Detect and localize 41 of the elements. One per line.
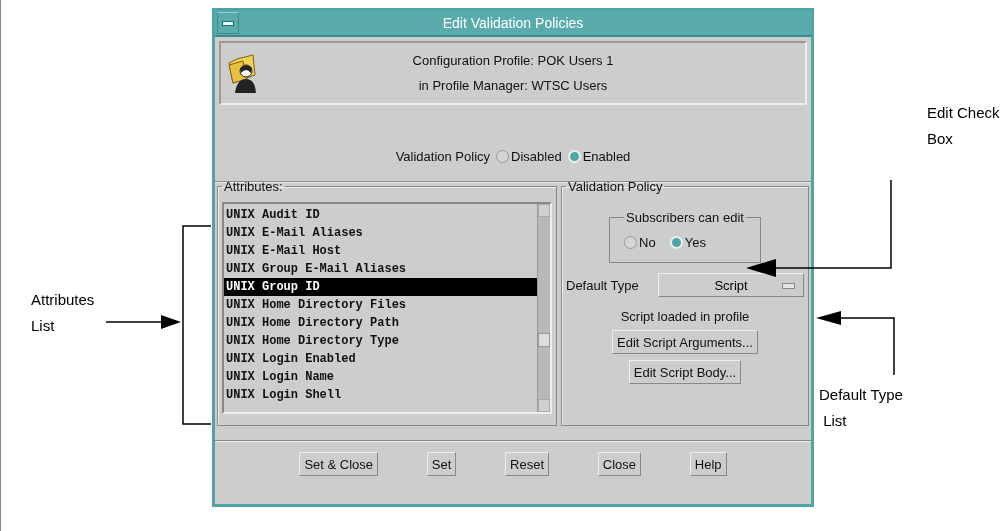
radio-option[interactable]: Yes (669, 235, 706, 250)
default-type-dropdown[interactable]: Script (658, 273, 804, 297)
window-title: Edit Validation Policies (441, 15, 585, 31)
list-item[interactable]: UNIX E-Mail Host (224, 242, 537, 260)
list-item[interactable]: UNIX Login Name (224, 368, 537, 386)
list-item[interactable]: UNIX Group E-Mail Aliases (224, 260, 537, 278)
profile-info-text: Configuration Profile: POK Users 1 (412, 53, 614, 68)
scrollbar[interactable] (537, 204, 550, 412)
scroll-down-icon[interactable] (538, 399, 550, 412)
group-label: Attributes: (223, 179, 284, 194)
folder-person-icon (227, 53, 257, 93)
radio-option[interactable]: No (624, 235, 656, 250)
dialog-button[interactable]: Reset (505, 452, 550, 476)
list-item[interactable]: UNIX Home Directory Path (224, 314, 537, 332)
scroll-thumb[interactable] (538, 333, 550, 347)
profile-info-text: in Profile Manager: WTSC Users (418, 78, 608, 93)
dialog-button[interactable]: Close (597, 452, 642, 476)
scroll-up-icon[interactable] (538, 204, 550, 217)
list-item[interactable]: UNIX Login Enabled (224, 350, 537, 368)
list-item[interactable]: UNIX Home Directory Files (224, 296, 537, 314)
callout-label: Edit Check Box (927, 103, 1000, 149)
list-item[interactable]: UNIX Home Directory Type (224, 332, 537, 350)
group-label: Subscribers can edit (625, 210, 745, 225)
script-button[interactable]: Edit Script Arguments... (612, 330, 758, 354)
dialog-button[interactable]: Set & Close (299, 452, 379, 476)
callout-label: Default Type List (819, 385, 903, 431)
status-text: Script loaded in profile (620, 309, 750, 324)
window-menu-button[interactable] (217, 12, 239, 34)
dialog-button[interactable]: Set (426, 452, 457, 476)
radio-option[interactable]: Disabled (496, 148, 562, 164)
dialog-button[interactable]: Help (689, 452, 727, 476)
radio-option[interactable]: Enabled (567, 148, 631, 164)
group-label: Validation Policy (567, 179, 664, 194)
list-item[interactable]: UNIX E-Mail Aliases (224, 224, 537, 242)
callout-label: Attributes List (31, 290, 95, 336)
list-item[interactable]: UNIX Audit ID (224, 206, 537, 224)
policy-label: Validation Policy (395, 148, 491, 164)
list-item[interactable]: UNIX Login Shell (224, 386, 537, 404)
script-button[interactable]: Edit Script Body... (628, 360, 742, 384)
default-type-label: Default Type (566, 277, 639, 293)
list-item[interactable]: UNIX Group ID (224, 278, 537, 296)
